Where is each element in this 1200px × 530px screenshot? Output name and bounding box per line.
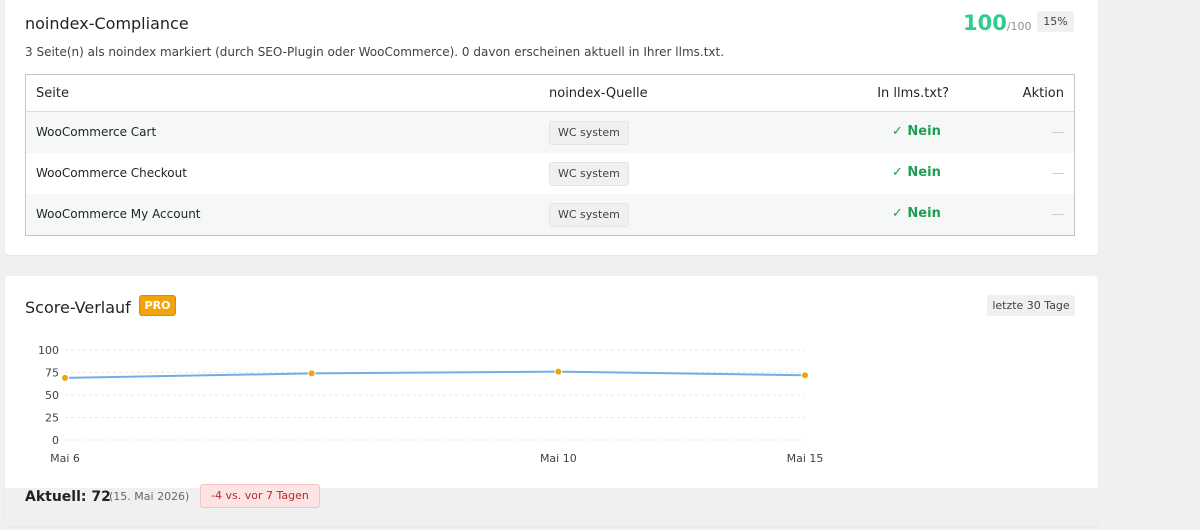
y-tick-label: 0 <box>52 434 59 447</box>
table-row: WooCommerce Cart WC system ✓ Nein — <box>26 112 1074 153</box>
y-tick-label: 75 <box>45 367 59 380</box>
weight-badge: 15% <box>1037 11 1074 32</box>
delta-badge: -4 vs. vor 7 Tagen <box>200 484 320 508</box>
data-point <box>801 371 809 380</box>
column-header-quelle: noindex-Quelle <box>549 86 648 101</box>
score-value: 100 <box>963 11 1007 35</box>
data-point <box>554 367 563 376</box>
score-history-chart: 0 25 50 75 100 Mai 6 Mai 10 Mai 15 <box>38 344 823 465</box>
score-max: /100 <box>1006 20 1032 33</box>
compliance-description: 3 Seite(n) als noindex markiert (durch S… <box>25 45 725 59</box>
compliance-score: 100/100 <box>963 11 1032 35</box>
score-points <box>61 367 809 382</box>
y-axis-ticks: 0 25 50 75 100 <box>38 344 59 447</box>
in-llms-status: ✓ Nein <box>892 165 941 180</box>
noindex-compliance-card: noindex-Compliance 100/100 15% 3 Seite(n… <box>5 0 1098 255</box>
source-badge: WC system <box>549 203 629 227</box>
page-name: WooCommerce Checkout <box>36 166 187 180</box>
page-name: WooCommerce My Account <box>36 207 201 221</box>
compliance-title: noindex-Compliance <box>25 14 189 33</box>
x-tick-label: Mai 10 <box>540 452 577 465</box>
source-badge: WC system <box>549 121 629 145</box>
data-point <box>61 373 69 382</box>
data-point <box>307 369 316 378</box>
current-score: Aktuell: 72 <box>25 489 111 505</box>
table-row: WooCommerce Checkout WC system ✓ Nein — <box>26 153 1074 194</box>
score-history-card: Score-Verlauf PRO letzte 30 Tage 0 25 50 75… <box>5 276 1098 526</box>
in-llms-status: ✓ Nein <box>892 206 941 221</box>
y-tick-label: 50 <box>45 389 59 402</box>
action-placeholder: — <box>1052 207 1064 221</box>
noindex-table: Seite noindex-Quelle In llms.txt? Aktion… <box>25 74 1075 236</box>
column-header-seite: Seite <box>36 86 69 101</box>
table-row: WooCommerce My Account WC system ✓ Nein … <box>26 194 1074 235</box>
in-llms-status: ✓ Nein <box>892 124 941 139</box>
page-name: WooCommerce Cart <box>36 125 157 139</box>
y-tick-label: 100 <box>38 344 59 357</box>
action-placeholder: — <box>1052 125 1064 139</box>
current-score-footer: Aktuell: 72 (15. Mai 2026) -4 vs. vor 7 … <box>5 484 1098 526</box>
current-date: (15. Mai 2026) <box>109 490 190 503</box>
action-placeholder: — <box>1052 166 1064 180</box>
column-header-llms: In llms.txt? <box>877 86 949 101</box>
x-tick-label: Mai 15 <box>787 452 824 465</box>
x-tick-label: Mai 6 <box>50 452 80 465</box>
chart-grid <box>65 349 805 441</box>
table-header: Seite noindex-Quelle In llms.txt? Aktion <box>26 75 1074 112</box>
column-header-aktion: Aktion <box>1022 86 1064 101</box>
x-axis-ticks: Mai 6 Mai 10 Mai 15 <box>50 452 823 465</box>
source-badge: WC system <box>549 162 629 186</box>
y-tick-label: 25 <box>45 412 59 425</box>
